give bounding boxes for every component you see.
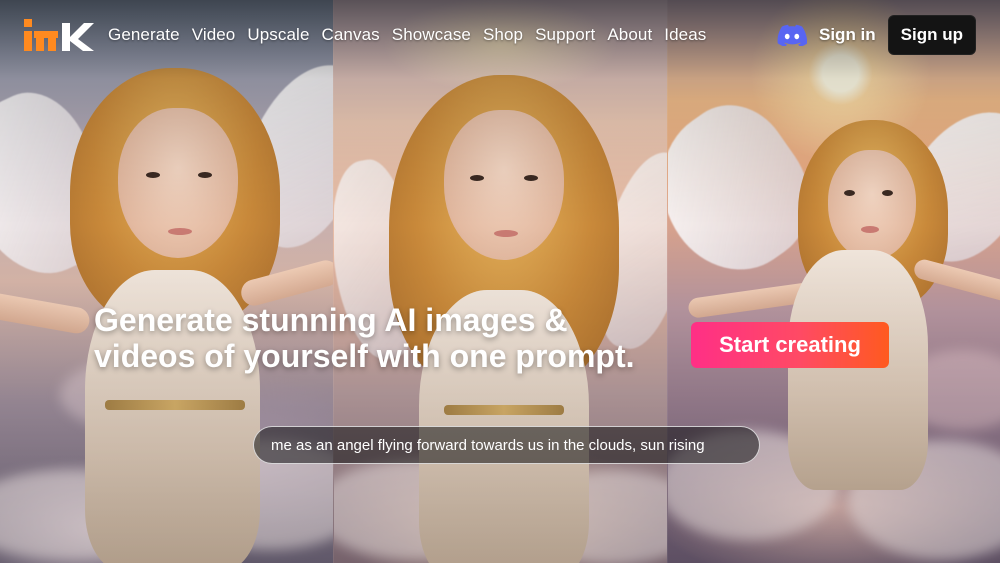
- auth-area: Sign in Sign up: [777, 15, 976, 55]
- nav-upscale[interactable]: Upscale: [247, 25, 309, 45]
- nav-video[interactable]: Video: [192, 25, 236, 45]
- sign-in-link[interactable]: Sign in: [819, 25, 876, 45]
- nav-shop[interactable]: Shop: [483, 25, 523, 45]
- discord-icon[interactable]: [777, 24, 807, 46]
- headline-line-2: videos of yourself with one prompt.: [94, 338, 635, 374]
- nav-showcase[interactable]: Showcase: [392, 25, 471, 45]
- nav-about[interactable]: About: [607, 25, 652, 45]
- prompt-example-field[interactable]: me as an angel flying forward towards us…: [253, 426, 760, 464]
- brand-logo[interactable]: [24, 19, 94, 51]
- sign-up-button[interactable]: Sign up: [887, 15, 976, 55]
- nav-canvas[interactable]: Canvas: [322, 25, 380, 45]
- prompt-text: me as an angel flying forward towards us…: [271, 436, 705, 454]
- main-nav: Generate Video Upscale Canvas Showcase S…: [108, 25, 706, 45]
- hero-overlay: [0, 0, 1000, 563]
- nav-generate[interactable]: Generate: [108, 25, 180, 45]
- nav-support[interactable]: Support: [535, 25, 595, 45]
- headline-line-1: Generate stunning AI images &: [94, 302, 568, 338]
- hero-headline: Generate stunning AI images & videos of …: [94, 302, 654, 374]
- top-navbar: Generate Video Upscale Canvas Showcase S…: [0, 0, 1000, 70]
- nav-ideas[interactable]: Ideas: [664, 25, 706, 45]
- start-creating-button[interactable]: Start creating: [691, 322, 889, 368]
